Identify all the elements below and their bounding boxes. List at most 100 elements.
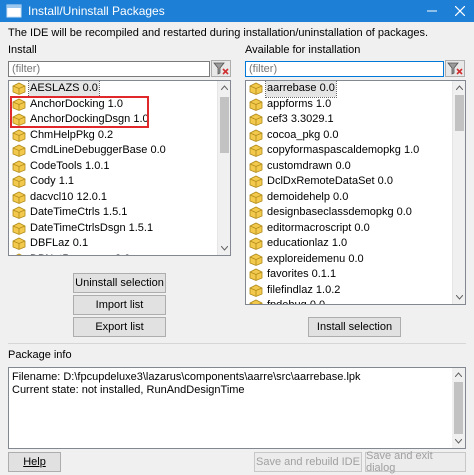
package-info-box[interactable]: Filename: D:\fpcupdeluxe3\lazarus\compon… bbox=[8, 367, 466, 449]
install-label: Install bbox=[8, 44, 37, 56]
package-icon bbox=[12, 206, 26, 220]
list-item[interactable]: DclDxRemoteDataSet 0.0 bbox=[246, 174, 465, 190]
scroll-down-arrow-icon[interactable] bbox=[452, 435, 465, 448]
list-item[interactable]: fpdebug 0.0 bbox=[246, 298, 465, 304]
package-label: DclDxRemoteDataSet 0.0 bbox=[267, 175, 393, 187]
package-icon bbox=[249, 82, 263, 96]
package-icon bbox=[12, 160, 26, 173]
package-label: DBNetProcessor 3.0 bbox=[29, 252, 131, 256]
package-icon bbox=[249, 284, 263, 297]
app-icon bbox=[6, 4, 22, 18]
package-label: dacvcl10 12.0.1 bbox=[30, 190, 108, 203]
export-list-button[interactable]: Export list bbox=[73, 317, 166, 337]
list-item[interactable]: DBFLaz 0.1 bbox=[9, 236, 230, 252]
package-label: DateTimeCtrls 1.5.1 bbox=[30, 206, 128, 218]
list-item[interactable]: filefindlaz 1.0.2 bbox=[246, 283, 465, 299]
package-label: CmdLineDebuggerBase 0.0 bbox=[30, 144, 166, 156]
list-item[interactable]: copyformaspascaldemopkg 1.0 bbox=[246, 143, 465, 159]
package-icon bbox=[12, 191, 26, 204]
minimize-button[interactable] bbox=[418, 0, 446, 22]
list-item[interactable]: designbaseclassdemopkg 0.0 bbox=[246, 205, 465, 221]
package-label: cocoa_pkg 0.0 bbox=[267, 128, 339, 141]
package-label: filefindlaz 1.0.2 bbox=[267, 283, 341, 296]
available-filter-input[interactable] bbox=[245, 61, 444, 77]
package-icon bbox=[249, 237, 263, 251]
package-icon bbox=[15, 253, 23, 255]
list-item[interactable]: DateTimeCtrls 1.5.1 bbox=[9, 205, 230, 221]
package-icon bbox=[249, 175, 263, 189]
list-item[interactable]: educationlaz 1.0 bbox=[246, 236, 465, 252]
list-item[interactable]: Cody 1.1 bbox=[9, 174, 230, 190]
help-button[interactable]: Help bbox=[8, 452, 61, 472]
package-label: Cody 1.1 bbox=[30, 175, 75, 187]
package-icon bbox=[12, 129, 26, 142]
list-item[interactable]: appforms 1.0 bbox=[246, 97, 465, 113]
package-label: copyformaspascaldemopkg 1.0 bbox=[267, 144, 420, 156]
close-icon bbox=[455, 6, 465, 16]
scroll-up-arrow-icon[interactable] bbox=[452, 368, 465, 381]
list-item[interactable]: aarrebase 0.0 bbox=[246, 81, 465, 98]
package-info-label: Package info bbox=[8, 349, 72, 361]
uninstall-selection-button[interactable]: Uninstall selection bbox=[73, 273, 166, 293]
package-label: DateTimeCtrlsDsgn 1.5.1 bbox=[30, 221, 154, 234]
close-button[interactable] bbox=[446, 0, 474, 22]
list-item[interactable]: editormacroscript 0.0 bbox=[246, 221, 465, 237]
package-icon bbox=[12, 222, 26, 235]
list-item[interactable]: dacvcl10 12.0.1 bbox=[9, 190, 230, 206]
save-and-exit-dialog-button[interactable]: Save and exit dialog bbox=[365, 450, 466, 474]
install-selection-button[interactable]: Install selection bbox=[308, 317, 401, 337]
package-icon bbox=[12, 144, 26, 158]
list-item[interactable]: ChmHelpPkg 0.2 bbox=[9, 128, 230, 144]
clear-filter-icon bbox=[447, 62, 463, 75]
package-icon bbox=[249, 222, 263, 235]
package-label: ChmHelpPkg 0.2 bbox=[30, 128, 114, 141]
list-item[interactable]: exploreidemenu 0.0 bbox=[246, 252, 465, 268]
scroll-down-arrow-icon[interactable] bbox=[218, 242, 230, 255]
package-icon bbox=[249, 268, 263, 282]
scroll-thumb[interactable] bbox=[220, 97, 229, 153]
package-icon bbox=[249, 98, 263, 111]
list-item[interactable]: DBNetProcessor 3.0 bbox=[9, 252, 230, 256]
install-filter-input[interactable] bbox=[8, 61, 210, 77]
save-and-rebuild-ide-button[interactable]: Save and rebuild IDE bbox=[254, 452, 362, 472]
package-label: designbaseclassdemopkg 0.0 bbox=[267, 206, 412, 218]
scroll-down-arrow-icon[interactable] bbox=[453, 291, 465, 304]
list-item[interactable]: cocoa_pkg 0.0 bbox=[246, 128, 465, 144]
list-item[interactable]: CmdLineDebuggerBase 0.0 bbox=[9, 143, 230, 159]
list-item[interactable]: demoidehelp 0.0 bbox=[246, 190, 465, 206]
scroll-thumb[interactable] bbox=[454, 382, 463, 434]
package-label: educationlaz 1.0 bbox=[267, 237, 348, 249]
list-item[interactable]: customdrawn 0.0 bbox=[246, 159, 465, 175]
available-clear-filter-button[interactable] bbox=[445, 60, 465, 77]
highlight-annotation-box bbox=[10, 96, 149, 128]
help-label: Help bbox=[23, 456, 46, 468]
import-list-button[interactable]: Import list bbox=[73, 295, 166, 315]
package-filename: Filename: D:\fpcupdeluxe3\lazarus\compon… bbox=[12, 371, 361, 383]
list-item[interactable]: AESLAZS 0.0 bbox=[9, 81, 230, 98]
list-item[interactable]: DateTimeCtrlsDsgn 1.5.1 bbox=[9, 221, 230, 237]
scroll-up-arrow-icon[interactable] bbox=[218, 81, 230, 94]
scroll-thumb[interactable] bbox=[455, 95, 464, 131]
install-clear-filter-button[interactable] bbox=[211, 60, 231, 77]
package-label: favorites 0.1.1 bbox=[267, 268, 337, 280]
available-list-scrollbar[interactable] bbox=[452, 81, 465, 304]
title-bar[interactable]: Install/Uninstall Packages bbox=[0, 0, 474, 22]
list-item[interactable]: favorites 0.1.1 bbox=[246, 267, 465, 283]
package-state: Current state: not installed, RunAndDesi… bbox=[12, 384, 245, 396]
info-scrollbar[interactable] bbox=[452, 368, 465, 448]
package-label: exploreidemenu 0.0 bbox=[267, 252, 364, 265]
package-icon bbox=[249, 299, 263, 304]
installed-list-scrollbar[interactable] bbox=[217, 81, 230, 255]
available-packages-list[interactable]: aarrebase 0.0 appforms 1.0 cef3 3.3029.1 co… bbox=[245, 80, 466, 305]
package-icon bbox=[12, 175, 26, 189]
list-item[interactable]: cef3 3.3029.1 bbox=[246, 112, 465, 128]
list-item[interactable]: CodeTools 1.0.1 bbox=[9, 159, 230, 175]
available-label: Available for installation bbox=[245, 44, 361, 56]
package-label: customdrawn 0.0 bbox=[267, 159, 351, 172]
section-divider bbox=[8, 343, 466, 344]
scroll-up-arrow-icon[interactable] bbox=[453, 81, 465, 94]
recompile-notice: The IDE will be recompiled and restarted… bbox=[8, 27, 429, 39]
package-label: cef3 3.3029.1 bbox=[267, 113, 334, 125]
package-icon bbox=[249, 113, 263, 127]
package-label: DBFLaz 0.1 bbox=[30, 237, 89, 249]
